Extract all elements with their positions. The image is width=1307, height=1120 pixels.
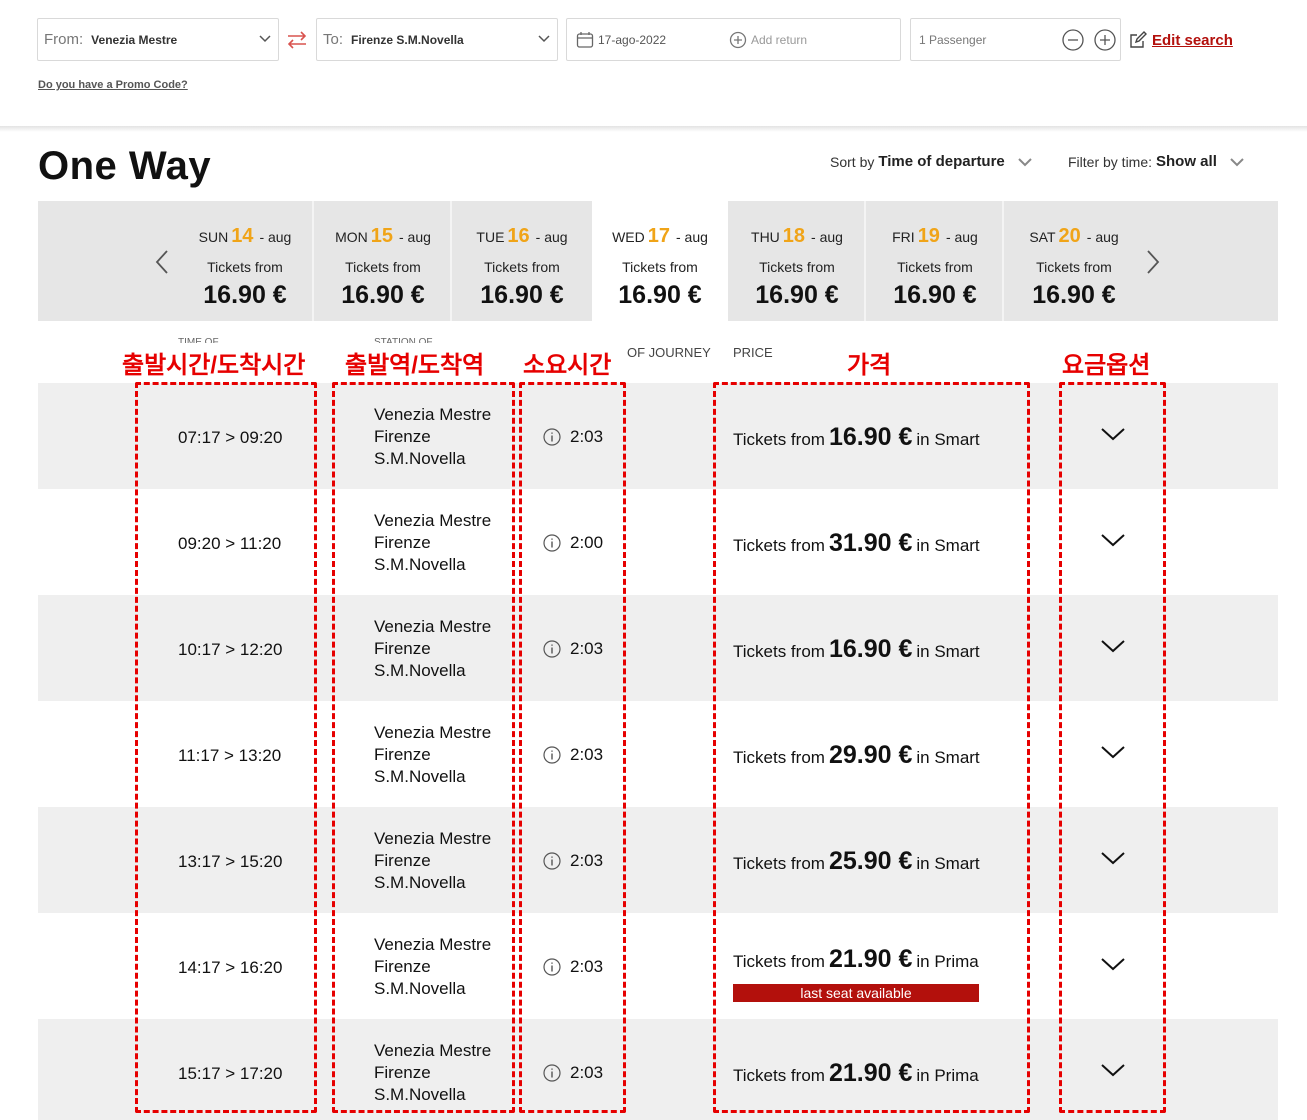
filter-label: Filter by time: [1068, 153, 1153, 170]
day-number: 17 [647, 225, 670, 247]
edit-search-link[interactable]: Edit search [1128, 30, 1233, 50]
day-tab-sun[interactable]: SUN 14 - aug Tickets from 16.90 € [178, 201, 314, 321]
date-strip: SUN 14 - aug Tickets from 16.90 € MON 15 - a… [38, 201, 1278, 321]
day-number: 18 [782, 225, 806, 247]
annotation-time-label: 출발시간/도착시간 [122, 352, 306, 379]
tickets-from-label: Tickets from [759, 259, 835, 275]
tickets-from-label: Tickets from [207, 259, 283, 275]
annotation-box-price [713, 382, 1030, 1113]
chevron-down-icon [538, 35, 550, 43]
day-name: SUN [198, 229, 229, 245]
chevron-down-icon [1018, 157, 1032, 166]
passenger-count: 1 Passenger [919, 32, 987, 47]
day-tab-thu[interactable]: THU 18 - aug Tickets from 16.90 € [730, 201, 866, 321]
edit-search-label: Edit search [1152, 31, 1233, 49]
day-tab-mon[interactable]: MON 15 - aug Tickets from 16.90 € [316, 201, 452, 321]
search-bar: From: Venezia Mestre To: Firenze S.M.Nov… [0, 0, 1307, 126]
annotation-options-label: 요금옵션 [1062, 352, 1151, 379]
swap-icon[interactable] [285, 30, 309, 50]
minus-circle-icon[interactable] [1062, 29, 1084, 51]
to-select[interactable]: To: Firenze S.M.Novella [316, 18, 558, 61]
sort-value: Time of departure [878, 153, 1005, 170]
to-label: To: [323, 31, 344, 48]
edit-icon [1130, 31, 1147, 48]
annotation-box-options [1059, 382, 1166, 1113]
plus-circle-icon [729, 31, 747, 49]
from-value: Venezia Mestre [91, 32, 178, 47]
annotation-box-time [135, 382, 317, 1113]
filter-value: Show all [1156, 153, 1217, 170]
from-label: From: [44, 31, 84, 48]
day-month: - aug [259, 229, 292, 245]
tickets-from-label: Tickets from [622, 259, 698, 275]
day-month: - aug [676, 229, 708, 245]
add-return-button[interactable]: Add return [729, 31, 807, 49]
column-header-journey: OF JOURNEY [627, 345, 711, 360]
column-header-time: TIME OF [178, 337, 219, 343]
page-title: One Way [38, 144, 212, 188]
day-name: WED [612, 229, 645, 245]
day-price: 16.90 € [341, 281, 425, 309]
day-month: - aug [535, 229, 568, 245]
date-field[interactable]: 17-ago-2022 Add return [566, 18, 901, 61]
date-value: 17-ago-2022 [598, 32, 667, 47]
column-header-station: STATION OF [374, 337, 433, 343]
day-number: 20 [1058, 225, 1081, 247]
day-tab-sat[interactable]: SAT 20 - aug Tickets from 16.90 € [1006, 201, 1142, 321]
promo-code-link[interactable]: Do you have a Promo Code? [38, 79, 188, 91]
sort-label: Sort by [830, 153, 875, 170]
annotation-price-label: 가격 [847, 352, 892, 379]
day-price: 16.90 € [203, 281, 287, 309]
day-tab-wed-selected[interactable]: WED 17 - aug Tickets from 16.90 € [592, 201, 728, 321]
chevron-right-icon[interactable] [1142, 249, 1162, 275]
column-header-price: PRICE [733, 345, 773, 360]
day-number: 14 [231, 225, 254, 247]
day-price: 16.90 € [1032, 281, 1116, 309]
day-price: 16.90 € [893, 281, 977, 309]
add-return-label: Add return [751, 33, 808, 47]
chevron-down-icon [1230, 157, 1244, 166]
annotation-box-duration [519, 382, 626, 1113]
annotation-box-station [332, 382, 515, 1113]
annotation-station-label: 출발역/도착역 [345, 352, 485, 379]
day-name: FRI [892, 229, 915, 245]
tickets-from-label: Tickets from [897, 259, 973, 275]
calendar-icon [576, 31, 594, 48]
chevron-down-icon [259, 35, 271, 43]
annotation-duration-label: 소요시간 [523, 352, 612, 379]
filter-dropdown[interactable]: Filter by time: Show all [1068, 153, 1245, 170]
plus-circle-icon[interactable] [1094, 29, 1116, 51]
day-name: TUE [476, 229, 505, 245]
divider [0, 126, 1307, 132]
tickets-from-label: Tickets from [1036, 259, 1112, 275]
day-number: 19 [917, 225, 940, 247]
passenger-field: 1 Passenger [910, 18, 1121, 61]
tickets-from-label: Tickets from [345, 259, 421, 275]
day-number: 15 [370, 225, 393, 247]
day-month: - aug [1086, 229, 1119, 245]
day-price: 16.90 € [755, 281, 839, 309]
day-month: - aug [399, 229, 431, 245]
day-price: 16.90 € [480, 281, 564, 309]
day-price: 16.90 € [618, 281, 702, 309]
day-name: THU [751, 229, 780, 245]
day-tab-tue[interactable]: TUE 16 - aug Tickets from 16.90 € [454, 201, 590, 321]
day-tab-fri[interactable]: FRI 19 - aug Tickets from 16.90 € [868, 201, 1004, 321]
day-name: SAT [1029, 229, 1056, 245]
tickets-from-label: Tickets from [484, 259, 560, 275]
day-name: MON [335, 229, 368, 245]
day-month: - aug [945, 229, 978, 245]
to-value: Firenze S.M.Novella [351, 32, 464, 47]
day-number: 16 [507, 225, 530, 247]
chevron-left-icon[interactable] [153, 249, 173, 275]
from-select[interactable]: From: Venezia Mestre [37, 18, 279, 61]
sort-dropdown[interactable]: Sort by Time of departure [830, 153, 1033, 170]
day-month: - aug [811, 229, 843, 245]
